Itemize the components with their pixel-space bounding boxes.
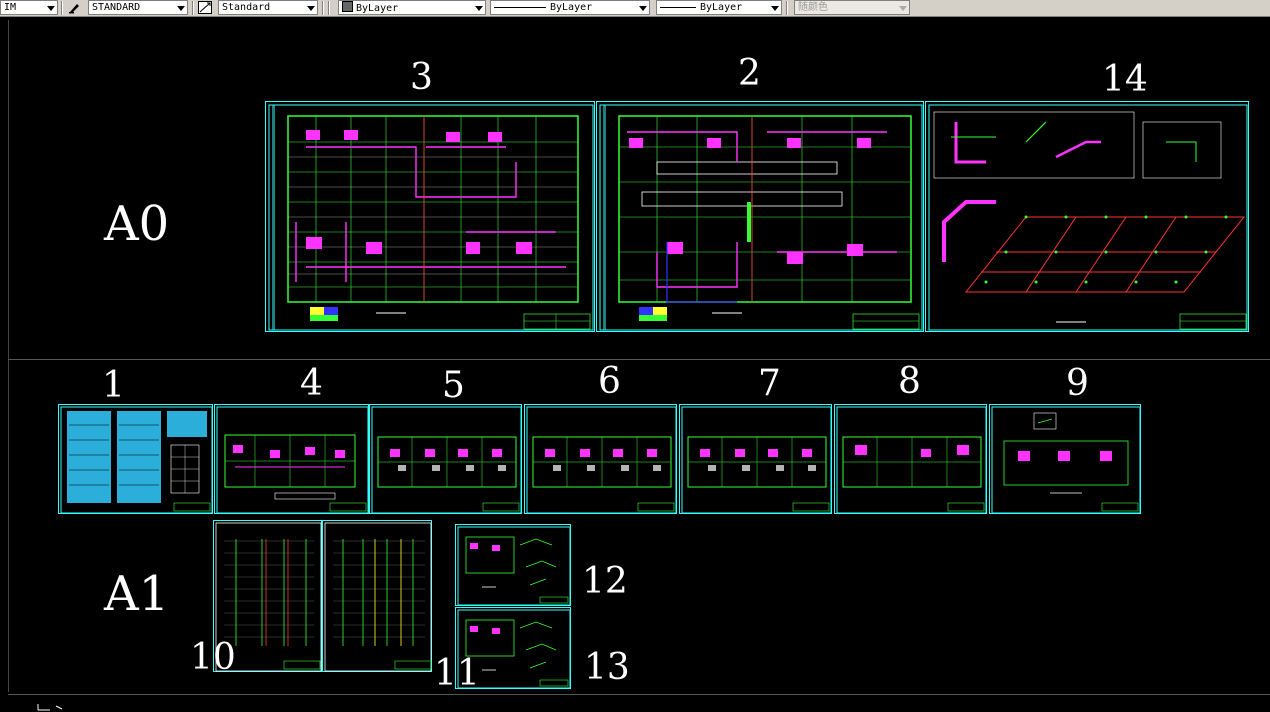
dimension-style-dropdown[interactable]: Standard <box>218 0 318 15</box>
toolbar-separator <box>192 1 194 15</box>
sheet-number-12: 12 <box>582 561 628 602</box>
sheet-number-9: 9 <box>1066 363 1089 404</box>
plot-style-value: 随颜色 <box>798 2 828 13</box>
section-label-a0: A0 <box>104 196 170 252</box>
chevron-down-icon <box>177 6 185 11</box>
sheet-2-floor-plan[interactable] <box>596 101 924 332</box>
sheet-12-detail[interactable] <box>455 524 571 606</box>
ucs-icon <box>37 704 63 711</box>
color-dropdown[interactable]: ByLayer <box>338 0 486 15</box>
color-value: ByLayer <box>356 3 399 14</box>
sheet-number-2: 2 <box>738 53 761 94</box>
sheet-number-4: 4 <box>300 363 323 404</box>
sheet-7-unit-plan[interactable] <box>679 404 832 514</box>
lineweight-preview <box>660 6 696 8</box>
canvas-edge-line <box>8 20 9 692</box>
toolbar-separator <box>328 1 330 15</box>
sheet-5-unit-plan[interactable] <box>369 404 522 514</box>
sheet-10-riser-diagram[interactable] <box>213 520 322 672</box>
sheet-4-unit-plan[interactable] <box>214 404 369 514</box>
chevron-down-icon <box>307 6 315 11</box>
linetype-value: ByLayer <box>550 2 593 13</box>
chevron-down-icon <box>475 6 483 11</box>
layer-value: IM <box>4 2 17 13</box>
sheet-6-unit-plan[interactable] <box>524 404 677 514</box>
sheet-3-floor-plan[interactable] <box>265 101 595 332</box>
toolbar-separator <box>786 1 788 15</box>
text-style-value: STANDARD <box>92 2 141 13</box>
sheet-11-riser-diagram[interactable] <box>322 520 432 672</box>
sheet-number-8: 8 <box>898 361 921 402</box>
layer-dropdown[interactable]: IM <box>0 0 58 15</box>
sheet-9-roof-plan[interactable] <box>989 404 1141 514</box>
chevron-down-icon <box>899 6 907 11</box>
sheet-14-pipe-isometric[interactable] <box>925 101 1249 332</box>
dimension-style-value: Standard <box>222 2 271 13</box>
sheet-number-13: 13 <box>584 647 630 688</box>
sheet-number-14: 14 <box>1102 59 1148 100</box>
sheet-number-5: 5 <box>442 365 465 406</box>
lineweight-dropdown[interactable]: ByLayer <box>656 0 782 15</box>
text-style-dropdown[interactable]: STANDARD <box>88 0 188 15</box>
chevron-down-icon <box>771 6 779 11</box>
properties-toolbar: IM STANDARD Standard ByLayer ByLayer ByL… <box>0 0 1270 17</box>
dimension-style-icon[interactable] <box>198 1 212 14</box>
sheet-number-7: 7 <box>758 363 781 404</box>
section-divider <box>8 359 1270 360</box>
section-label-a1: A1 <box>104 566 170 622</box>
color-swatch <box>342 1 353 12</box>
toolbar-separator <box>322 1 324 15</box>
sheet-number-1: 1 <box>102 365 125 406</box>
lineweight-value: ByLayer <box>700 2 743 13</box>
sheet-number-3: 3 <box>410 57 433 98</box>
sheet-number-6: 6 <box>598 361 621 402</box>
section-divider <box>8 694 1270 695</box>
sheet-1-design-notes[interactable] <box>58 404 213 514</box>
linetype-preview <box>494 6 546 8</box>
linetype-dropdown[interactable]: ByLayer <box>490 0 650 15</box>
sheet-13-detail[interactable] <box>455 607 571 689</box>
toolbar-separator <box>61 1 63 15</box>
chevron-down-icon <box>47 6 55 11</box>
plot-style-dropdown: 随颜色 <box>794 0 910 15</box>
sheet-8-unit-plan[interactable] <box>834 404 987 514</box>
chevron-down-icon <box>639 6 647 11</box>
text-style-icon[interactable] <box>68 1 82 14</box>
